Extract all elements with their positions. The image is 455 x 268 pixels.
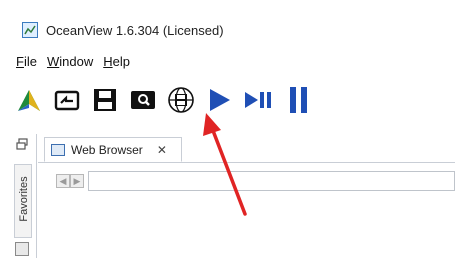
favorites-label: Favorites [18, 176, 30, 222]
tab-web-browser[interactable]: Web Browser ✕ [44, 137, 182, 162]
menu-help-accel: H [103, 54, 113, 69]
save-to-web-button[interactable] [166, 85, 196, 115]
menu-help-label: elp [112, 54, 130, 69]
pause-button[interactable] [284, 85, 314, 115]
oceanview-app-icon [22, 22, 38, 38]
search-icon [131, 91, 155, 109]
url-input[interactable] [88, 171, 455, 191]
save-button[interactable] [90, 85, 120, 115]
favorites-view-icon[interactable] [15, 242, 29, 256]
menu-window-accel: W [46, 54, 60, 69]
close-icon[interactable]: ✕ [157, 143, 167, 157]
tab-strip: Web Browser ✕ [38, 134, 455, 163]
step-icon [245, 92, 271, 108]
title-bar: OceanView 1.6.304 (Licensed) [8, 14, 448, 46]
main-toolbar [14, 80, 434, 120]
menu-file-accel: F [16, 54, 24, 69]
spectrometer-icon [18, 90, 40, 111]
save-icon [94, 89, 116, 111]
play-icon [210, 89, 230, 111]
editor-area: Web Browser ✕ ◀ ▶ [38, 134, 455, 268]
open-folder-icon [54, 90, 80, 111]
restore-icon[interactable] [16, 138, 28, 150]
play-button[interactable] [204, 85, 234, 115]
pause-icon [290, 87, 307, 113]
step-button[interactable] [242, 85, 276, 115]
favorites-tab[interactable]: Favorites [14, 164, 32, 238]
save-globe-icon [168, 87, 194, 113]
forward-button[interactable]: ▶ [70, 174, 84, 188]
application-window: OceanView 1.6.304 (Licensed) File Window… [0, 0, 455, 268]
menu-bar: File Window Help [16, 54, 130, 74]
menu-window[interactable]: Window [47, 54, 93, 74]
menu-file[interactable]: File [16, 54, 37, 74]
browser-window-icon [51, 143, 65, 156]
open-button[interactable] [52, 85, 82, 115]
menu-file-label: ile [23, 54, 37, 69]
spectrometer-button[interactable] [14, 85, 44, 115]
search-button[interactable] [128, 85, 158, 115]
menu-help[interactable]: Help [103, 54, 130, 74]
favorites-sidebar: Favorites [12, 134, 37, 258]
back-button[interactable]: ◀ [56, 174, 70, 188]
window-title: OceanView 1.6.304 (Licensed) [46, 22, 224, 38]
browser-nav-row: ◀ ▶ [38, 170, 455, 196]
tab-label: Web Browser [71, 142, 143, 157]
menu-window-label: indow [59, 54, 94, 69]
